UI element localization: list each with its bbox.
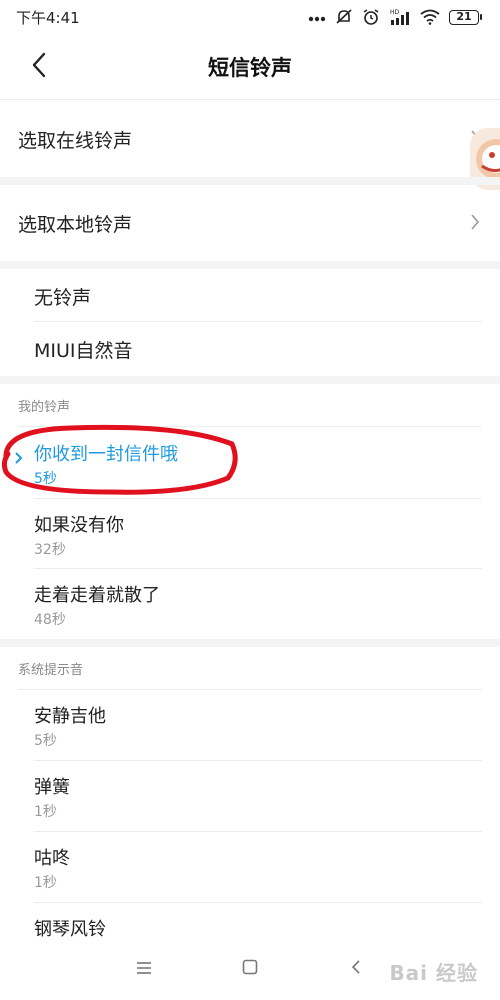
sound-title: 弹簧 [34,777,70,798]
status-icons: HD 21 [308,8,482,26]
sound-duration: 1秒 [34,804,57,820]
title-bar: 短信铃声 [0,34,500,100]
miui-natural-label: MIUI自然音 [34,339,133,362]
no-ringtone-row[interactable]: 无铃声 [0,269,500,323]
mute-icon [335,8,353,26]
ringtone-duration: 48秒 [34,612,66,628]
home-button[interactable] [237,956,263,982]
ringtone-row[interactable]: 如果没有你 32秒 [0,499,500,569]
alarm-icon [362,8,380,26]
wifi-icon [420,9,440,25]
ringtone-duration: 32秒 [34,542,66,558]
miui-natural-row[interactable]: MIUI自然音 [0,322,500,376]
battery-icon: 21 [449,9,482,25]
ringtone-row-selected[interactable]: 你收到一封信件哦 5秒 [0,428,500,498]
page-title: 短信铃声 [208,55,292,80]
section-gap [0,376,500,384]
section-gap [0,639,500,647]
ringtone-duration: 5秒 [34,471,57,487]
back-nav-button[interactable] [343,956,369,982]
menu-button[interactable] [131,956,157,982]
back-button[interactable] [24,52,54,82]
signal-icon: HD [389,8,411,26]
local-ringtone-label: 选取本地铃声 [18,213,133,236]
online-ringtone-row[interactable]: 选取在线铃声 [0,101,500,177]
sound-title: 咕咚 [34,848,70,869]
no-ringtone-label: 无铃声 [34,286,92,309]
system-sounds-header: 系统提示音 [18,663,84,678]
ringtone-title: 走着走着就散了 [34,585,160,606]
menu-icon [136,960,152,979]
status-time: 下午4:41 [16,8,80,27]
watermark: Bai 经验 [389,961,478,985]
my-ringtones-header: 我的铃声 [18,400,71,415]
back-arrow-icon [31,52,47,82]
battery-level: 21 [449,9,479,25]
selected-check-icon [14,450,24,470]
home-icon [242,959,258,979]
sound-title: 安静吉他 [34,706,106,727]
chevron-right-icon [470,213,480,236]
ringtone-row[interactable]: 走着走着就散了 48秒 [0,569,500,639]
system-sound-row[interactable]: 安静吉他 5秒 [0,690,500,760]
sound-duration: 5秒 [34,733,57,749]
status-bar: 下午4:41 HD 21 [0,0,500,34]
back-icon [351,959,361,979]
system-sound-row[interactable]: 咕咚 1秒 [0,832,500,902]
divider [18,426,482,427]
section-gap [0,261,500,269]
section-gap [0,177,500,185]
ringtone-title: 你收到一封信件哦 [34,444,178,465]
online-ringtone-label: 选取在线铃声 [18,129,133,152]
ringtone-title: 如果没有你 [34,515,124,536]
system-sound-row[interactable]: 弹簧 1秒 [0,761,500,831]
local-ringtone-row[interactable]: 选取本地铃声 [0,185,500,261]
dots-icon [308,10,326,24]
sound-duration: 1秒 [34,875,57,891]
svg-text:HD: HD [390,9,400,16]
